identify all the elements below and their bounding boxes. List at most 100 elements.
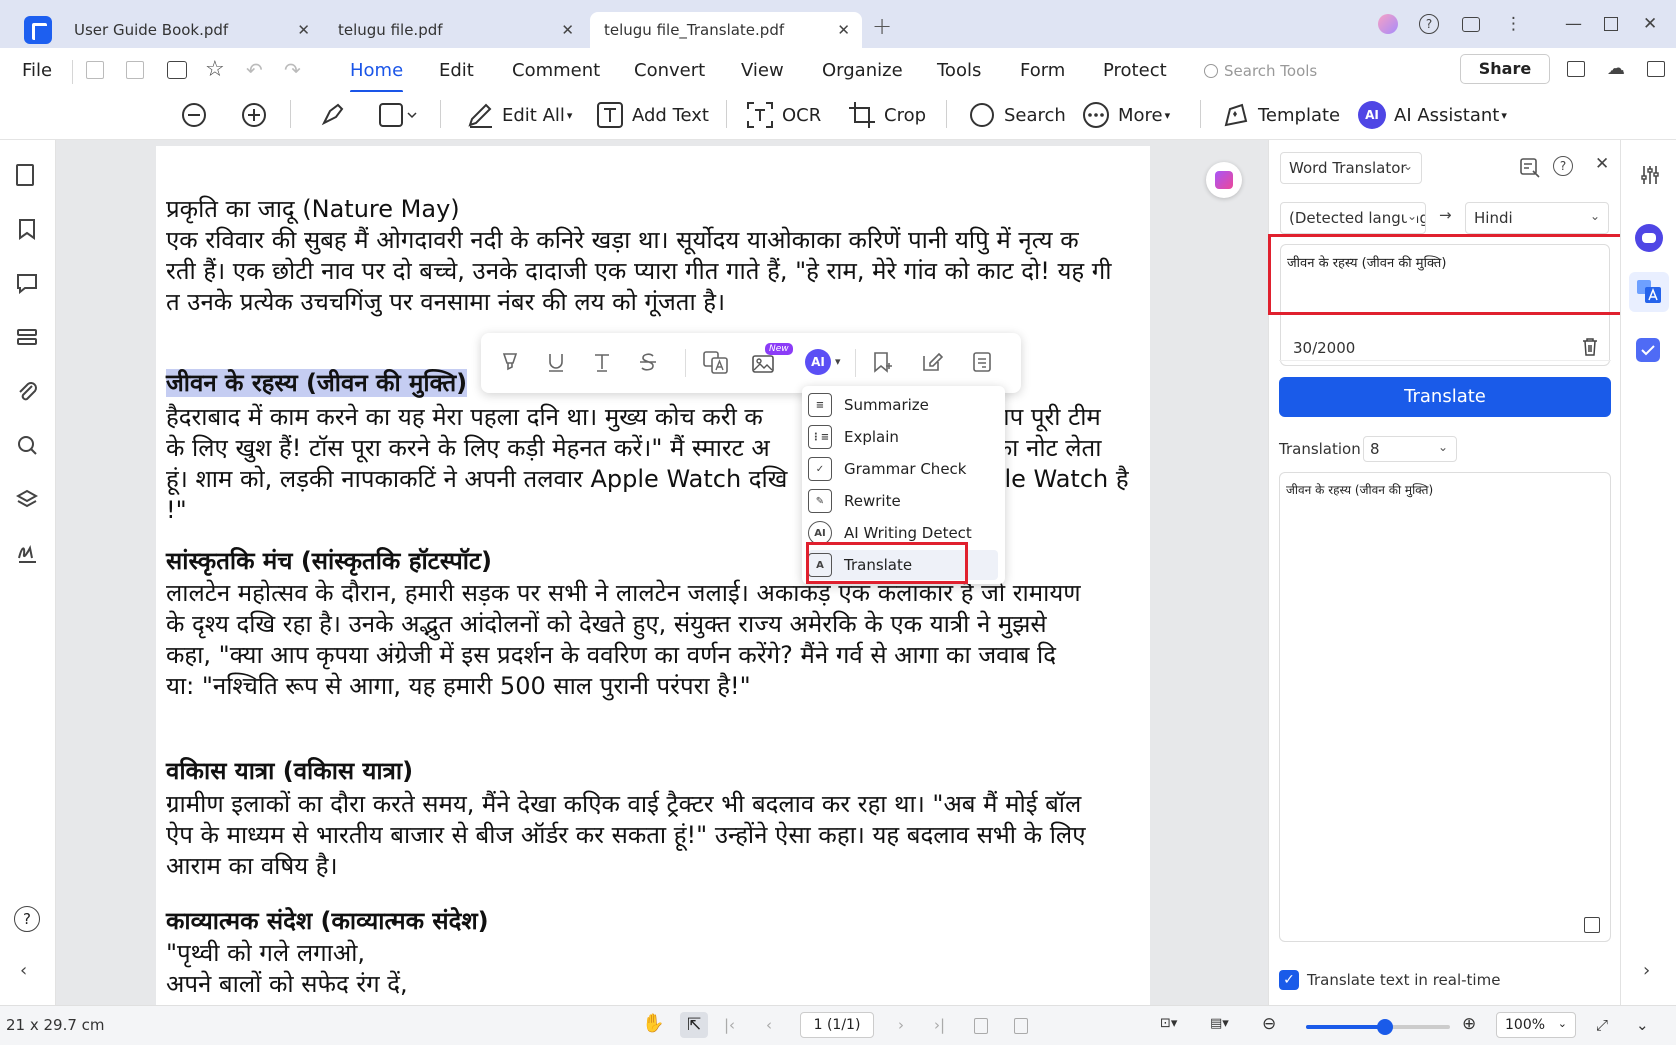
- copy-icon[interactable]: [1584, 917, 1600, 933]
- tab-telugu-file[interactable]: telugu file.pdf ✕: [324, 12, 586, 48]
- bookmark-icon[interactable]: [16, 218, 38, 240]
- ocr-button[interactable]: OCR: [746, 100, 821, 130]
- attachment-icon[interactable]: [16, 380, 38, 402]
- next-page-icon[interactable]: ›: [898, 1016, 904, 1034]
- help-icon[interactable]: ?: [14, 906, 40, 932]
- task-check-icon[interactable]: [1636, 338, 1660, 362]
- first-page-icon[interactable]: |‹: [724, 1016, 735, 1034]
- zoom-in-button[interactable]: [240, 100, 276, 130]
- more-button[interactable]: More ▾: [1082, 100, 1170, 130]
- book-icon[interactable]: [1567, 61, 1585, 77]
- page-layout-icon[interactable]: ⊡▾: [1160, 1016, 1177, 1031]
- document-icon[interactable]: [971, 351, 993, 373]
- fit-page-icon[interactable]: [1014, 1018, 1028, 1034]
- view-mode-icon[interactable]: ▤▾: [1210, 1016, 1229, 1031]
- menu-convert[interactable]: Convert: [634, 60, 705, 81]
- pdf-page[interactable]: प्रकृति का जादू (Nature May) एक रविवार क…: [156, 146, 1150, 1026]
- add-text-button[interactable]: Add Text: [596, 100, 709, 130]
- translate-icon[interactable]: [703, 351, 729, 375]
- translate-button[interactable]: Translate: [1279, 377, 1611, 417]
- menu-item-summarize[interactable]: ≡ Summarize: [808, 390, 998, 420]
- note-edit-icon[interactable]: [921, 351, 943, 373]
- redo-icon[interactable]: ↷: [284, 58, 301, 82]
- source-language-select[interactable]: (Detected language)⌄: [1280, 202, 1426, 234]
- search-tools[interactable]: Search Tools: [1204, 58, 1434, 84]
- realtime-checkbox[interactable]: ✓: [1279, 970, 1299, 990]
- menu-home[interactable]: Home: [350, 60, 404, 93]
- undo-icon[interactable]: ↶: [246, 58, 263, 82]
- ai-assistant-button[interactable]: AI AI Assistant ▾: [1358, 100, 1507, 130]
- text-format-icon[interactable]: [591, 351, 613, 373]
- print-icon[interactable]: [167, 61, 187, 79]
- ai-float-button[interactable]: [1206, 162, 1242, 198]
- settings-sliders-icon[interactable]: [1639, 164, 1661, 186]
- menu-comment[interactable]: Comment: [512, 60, 600, 81]
- search-button[interactable]: Search: [968, 100, 1066, 130]
- avatar[interactable]: [1378, 14, 1398, 34]
- menu-organize[interactable]: Organize: [822, 60, 903, 81]
- page-input[interactable]: 1 (1/1): [800, 1012, 874, 1038]
- menu-protect[interactable]: Protect: [1103, 60, 1167, 81]
- menu-item-grammar-check[interactable]: ✓ Grammar Check: [808, 454, 998, 484]
- crop-button[interactable]: Crop: [848, 100, 926, 130]
- layers-icon[interactable]: [16, 488, 38, 510]
- prev-page-icon[interactable]: ‹: [766, 1016, 772, 1034]
- edit-all-button[interactable]: Edit All ▾: [466, 100, 572, 130]
- share-button[interactable]: Share: [1460, 54, 1550, 84]
- zoom-slider[interactable]: [1306, 1019, 1450, 1035]
- minimize-icon[interactable]: —: [1565, 14, 1582, 34]
- scroll-down-icon[interactable]: ⌄: [1636, 1016, 1649, 1034]
- comment-icon[interactable]: [16, 272, 38, 294]
- trash-icon[interactable]: [1581, 337, 1599, 357]
- signature-icon[interactable]: [16, 542, 38, 564]
- cloud-upload-icon[interactable]: ☁: [1607, 58, 1625, 79]
- help-icon[interactable]: ?: [1553, 156, 1573, 176]
- translator-mode-select[interactable]: Word Translator ⌄: [1280, 152, 1422, 184]
- chevron-down-icon[interactable]: ▾: [835, 355, 841, 368]
- zoom-slider-thumb[interactable]: [1377, 1019, 1394, 1035]
- translate-panel-icon[interactable]: [1629, 272, 1669, 312]
- star-icon[interactable]: ☆: [205, 57, 225, 82]
- select-tool-button[interactable]: ⇱: [680, 1012, 708, 1038]
- fullscreen-icon[interactable]: ⤢: [1596, 1016, 1608, 1034]
- zoom-out-button[interactable]: [180, 100, 216, 130]
- zoom-select[interactable]: 100% ⌄: [1496, 1012, 1576, 1038]
- close-panel-icon[interactable]: ✕: [1595, 154, 1609, 174]
- add-bookmark-icon[interactable]: [871, 351, 895, 373]
- close-icon[interactable]: ✕: [561, 21, 574, 39]
- template-button[interactable]: Template: [1222, 100, 1340, 130]
- tab-user-guide[interactable]: User Guide Book.pdf ✕: [60, 12, 322, 48]
- menu-edit[interactable]: Edit: [439, 60, 474, 81]
- expand-panel-icon[interactable]: ›: [1643, 960, 1650, 981]
- last-page-icon[interactable]: ›|: [934, 1016, 945, 1034]
- highlight-button[interactable]: [318, 100, 354, 130]
- strikethrough-icon[interactable]: [637, 351, 659, 373]
- message-icon[interactable]: [1462, 17, 1480, 32]
- close-window-icon[interactable]: ✕: [1643, 14, 1657, 34]
- target-language-select[interactable]: Hindi ⌄: [1465, 202, 1609, 234]
- maximize-icon[interactable]: [1604, 17, 1618, 31]
- save-as-icon[interactable]: [126, 61, 144, 79]
- rotate-page-icon[interactable]: [974, 1018, 988, 1034]
- more-options-icon[interactable]: ⋮: [1505, 14, 1522, 34]
- new-tab-button[interactable]: +: [872, 12, 892, 40]
- tab-telugu-translate[interactable]: telugu file_Translate.pdf ✕: [590, 12, 862, 48]
- translate-history-icon[interactable]: [1519, 156, 1541, 178]
- thumbnail-icon[interactable]: [16, 164, 34, 186]
- close-icon[interactable]: ✕: [837, 21, 850, 39]
- menu-form[interactable]: Form: [1020, 60, 1065, 81]
- highlight-icon[interactable]: [499, 351, 521, 373]
- menu-item-explain[interactable]: ⋮≡ Explain: [808, 422, 998, 452]
- file-menu[interactable]: File: [22, 60, 52, 81]
- zoom-in-icon[interactable]: ⊕: [1462, 1014, 1476, 1034]
- font-size-select[interactable]: 8 ⌄: [1363, 436, 1457, 462]
- layers-list-icon[interactable]: [16, 326, 38, 348]
- help-icon[interactable]: ?: [1419, 14, 1439, 34]
- hand-tool-icon[interactable]: ✋: [642, 1013, 664, 1034]
- doc-heading-selected[interactable]: जीवन के रहस्य (जीवन की मुक्ति): [166, 368, 468, 399]
- menu-view[interactable]: View: [741, 60, 784, 81]
- ai-robot-icon[interactable]: [1635, 224, 1663, 252]
- search-icon[interactable]: [16, 434, 38, 456]
- shape-button[interactable]: [378, 100, 426, 130]
- zoom-out-icon[interactable]: ⊖: [1262, 1014, 1276, 1034]
